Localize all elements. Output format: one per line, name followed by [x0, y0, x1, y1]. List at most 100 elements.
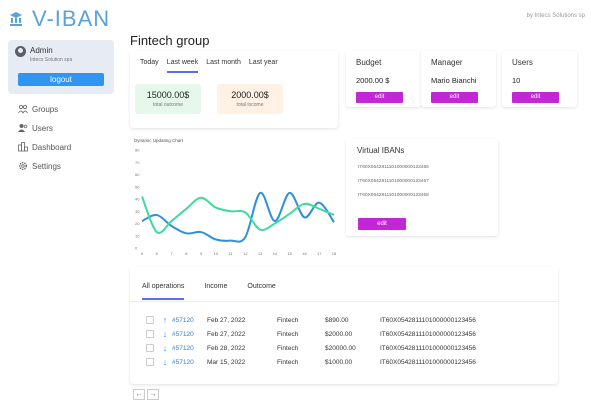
x-tick-label: 17	[317, 251, 322, 256]
x-tick-label: 14	[273, 251, 278, 256]
series-line-2	[141, 196, 335, 234]
budget-value: 2000.00 $	[356, 76, 390, 85]
x-tick-label: 11	[229, 251, 234, 256]
x-tick-label: 8	[185, 251, 188, 256]
tab-outcome[interactable]: Outcome	[247, 283, 275, 300]
divider	[130, 301, 558, 302]
x-tick-label: 7	[170, 251, 173, 256]
sidebar-nav: Groups Users Dashboard Settings	[18, 103, 71, 179]
user-company: Intecs Solution spa	[30, 57, 73, 63]
user-name: Admin	[30, 46, 53, 55]
y-tick-label: 60	[135, 172, 140, 177]
arrow-down-icon: ↓	[162, 329, 168, 339]
dashboard-icon	[18, 142, 28, 152]
operation-date: Mar 15, 2022	[207, 358, 246, 366]
operation-group: Fintech	[277, 330, 299, 338]
logo-icon	[10, 12, 22, 26]
stat-label: total outcome	[152, 102, 184, 108]
operations-card: All operations Income Outcome ↑ #57120 F…	[130, 267, 558, 384]
operation-iban: IT60X0542811101000000123456	[380, 358, 476, 366]
operation-amount: $890.00	[325, 316, 349, 324]
y-tick-label: 20	[135, 221, 140, 226]
manager-title: Manager	[431, 58, 463, 67]
x-tick-label: 10	[214, 251, 219, 256]
manager-card: Manager Mario Bianchi edit	[421, 51, 496, 107]
x-tick-label: 13	[258, 251, 263, 256]
arrow-up-icon: ↑	[162, 315, 168, 325]
tab-all-operations[interactable]: All operations	[142, 283, 185, 300]
viban-item: IT60X0542811101000000123458	[358, 193, 429, 198]
table-row[interactable]: ↓ #57120 Mar 15, 2022 Fintech $1000.00 I…	[146, 357, 520, 367]
user-card: Admin Intecs Solution spa logout	[8, 40, 114, 94]
table-row[interactable]: ↓ #57120 Feb 27, 2022 Fintech $2000.00 I…	[146, 329, 520, 339]
page-title: Fintech group	[130, 33, 210, 48]
summary-card: Today Last week Last month Last year 150…	[130, 51, 338, 128]
virtual-iban-card: Virtual IBANs IT60X054281110100000012345…	[346, 139, 498, 236]
avatar-icon	[15, 46, 26, 57]
app-logo[interactable]: V-IBAN	[8, 6, 110, 32]
total-income-stat: 2000.00$ total income	[217, 84, 283, 114]
stat-label: total income	[236, 102, 264, 108]
row-checkbox[interactable]	[146, 358, 154, 366]
row-checkbox[interactable]	[146, 330, 154, 338]
operation-id[interactable]: #57120	[172, 345, 207, 352]
operation-iban: IT60X0542811101000000123456	[380, 316, 476, 324]
next-page-button[interactable]: →	[147, 389, 159, 400]
viban-title: Virtual IBANs	[357, 146, 405, 155]
edit-viban-button[interactable]: edit	[358, 218, 406, 230]
x-tick-label: 16	[302, 251, 307, 256]
sidebar-item-users[interactable]: Users	[18, 122, 71, 134]
viban-item: IT60X0542811101000000123457	[358, 179, 429, 184]
x-tick-label: 12	[243, 251, 248, 256]
sidebar-item-groups[interactable]: Groups	[18, 103, 71, 115]
table-row[interactable]: ↑ #57120 Feb 27, 2022 Fintech $890.00 IT…	[146, 315, 520, 325]
logout-button[interactable]: logout	[18, 73, 104, 86]
users-value: 10	[512, 76, 521, 85]
row-checkbox[interactable]	[146, 344, 154, 352]
operation-id[interactable]: #57120	[172, 317, 207, 324]
groups-icon	[18, 104, 28, 114]
sidebar-item-label: Settings	[32, 161, 61, 171]
y-tick-label: 40	[135, 197, 140, 202]
sidebar-item-label: Groups	[32, 104, 59, 114]
sidebar-item-dashboard[interactable]: Dashboard	[18, 141, 71, 153]
sidebar-item-label: Users	[32, 123, 53, 133]
edit-users-button[interactable]: edit	[512, 92, 559, 103]
operation-group: Fintech	[277, 358, 299, 366]
gear-icon	[18, 161, 28, 171]
operation-date: Feb 28, 2022	[207, 344, 246, 352]
tab-today[interactable]: Today	[140, 59, 159, 73]
series-line-1	[141, 191, 335, 243]
users-icon	[18, 123, 28, 133]
x-tick-label: 9	[200, 251, 203, 256]
operation-date: Feb 27, 2022	[207, 330, 246, 338]
stat-value: 2000.00$	[231, 90, 269, 100]
y-tick-label: 80	[135, 148, 140, 153]
x-tick-label: 18	[332, 251, 337, 256]
operation-id[interactable]: #57120	[172, 331, 207, 338]
sidebar-item-settings[interactable]: Settings	[18, 160, 71, 172]
tab-last-month[interactable]: Last month	[206, 59, 241, 73]
y-tick-label: 50	[135, 184, 140, 189]
y-tick-label: 30	[135, 209, 140, 214]
period-tabs: Today Last week Last month Last year	[140, 59, 278, 73]
viban-item: IT60X0542811101000000123456	[358, 165, 429, 170]
y-tick-label: 70	[135, 160, 140, 165]
edit-budget-button[interactable]: edit	[356, 92, 403, 103]
operation-id[interactable]: #57120	[172, 359, 207, 366]
operation-group: Fintech	[277, 316, 299, 324]
prev-page-button[interactable]: ←	[133, 389, 145, 400]
app-title: V-IBAN	[32, 6, 111, 31]
x-tick-label: 6	[156, 251, 159, 256]
tab-last-week[interactable]: Last week	[166, 59, 199, 73]
edit-manager-button[interactable]: edit	[431, 92, 478, 103]
tab-income[interactable]: Income	[204, 283, 227, 300]
tab-last-year[interactable]: Last year	[249, 59, 278, 73]
operation-amount: $2000.00	[325, 330, 353, 338]
row-checkbox[interactable]	[146, 316, 154, 324]
operation-amount: $20000.00	[325, 344, 356, 352]
table-row[interactable]: ↓ #57120 Feb 28, 2022 Fintech $20000.00 …	[146, 343, 520, 353]
arrow-down-icon: ↓	[162, 357, 168, 367]
byline: by Intecs Solutions sp	[526, 13, 585, 19]
y-tick-label: 0	[135, 246, 138, 251]
